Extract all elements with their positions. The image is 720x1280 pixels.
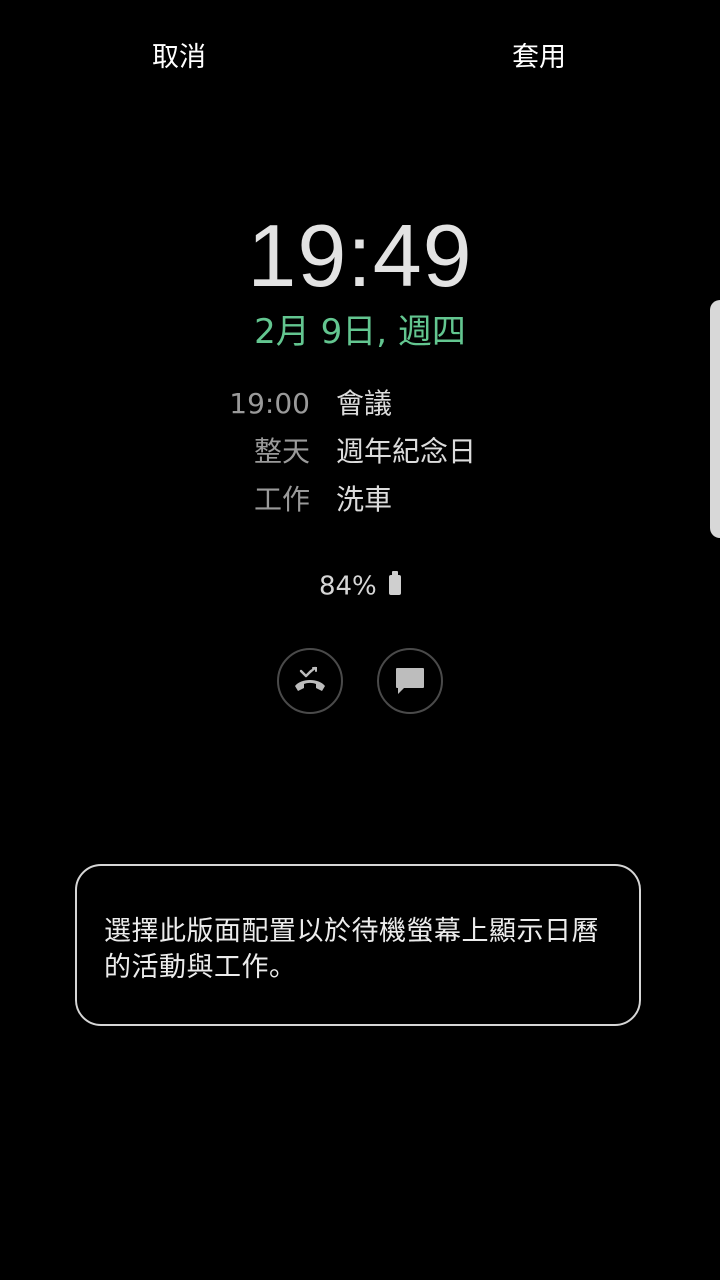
info-text: 選擇此版面配置以於待機螢幕上顯示日曆的活動與工作。 <box>104 916 599 983</box>
event-title: 週年紀念日 <box>336 435 477 468</box>
message-button[interactable] <box>377 648 443 714</box>
reject-call-icon <box>295 666 325 691</box>
reject-call-button[interactable] <box>277 648 343 714</box>
event-title: 會議 <box>336 387 393 420</box>
event-row: 19:00 會議 <box>0 382 720 426</box>
battery-status: 84% <box>0 566 720 607</box>
edge-panel-handle[interactable] <box>710 300 720 538</box>
cancel-button[interactable]: 取消 <box>152 36 206 80</box>
event-title: 洗車 <box>336 483 393 516</box>
clock-time: 19:49 <box>247 206 473 305</box>
info-card: 選擇此版面配置以於待機螢幕上顯示日曆的活動與工作。 <box>75 864 641 1026</box>
battery-percent: 84% <box>318 571 377 602</box>
battery-icon <box>389 570 402 595</box>
event-time: 19:00 <box>229 387 310 420</box>
message-icon <box>396 668 424 694</box>
event-time: 工作 <box>253 483 310 516</box>
event-row: 整天 週年紀念日 <box>0 430 720 474</box>
event-row: 工作 洗車 <box>0 478 720 522</box>
apply-button[interactable]: 套用 <box>512 36 566 80</box>
top-bar: 取消 套用 <box>0 0 720 112</box>
clock-date: 2月 9日, 週四 <box>254 312 466 352</box>
event-time: 整天 <box>253 435 310 468</box>
